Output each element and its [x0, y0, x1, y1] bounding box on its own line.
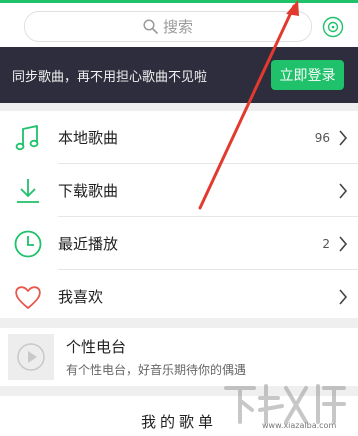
- menu-count: 96: [314, 131, 330, 145]
- chevron-right-icon: [339, 289, 348, 305]
- music-recognize-icon[interactable]: [322, 16, 344, 38]
- header-bar: 搜索: [0, 3, 358, 47]
- my-music-menu: 本地歌曲 96 下载歌曲 最近播放 2 我喜欢: [0, 111, 358, 318]
- menu-item-favorites[interactable]: 我喜欢: [0, 270, 358, 322]
- music-note-icon: [15, 125, 39, 151]
- sync-banner: 同步歌曲，再不用担心歌曲不见啦 立即登录: [0, 47, 358, 103]
- menu-label: 下载歌曲: [58, 182, 119, 200]
- menu-item-recent[interactable]: 最近播放 2: [0, 217, 358, 269]
- chevron-right-icon: [339, 130, 348, 146]
- heart-icon: [15, 286, 41, 309]
- chevron-right-icon: [339, 236, 348, 252]
- menu-label: 本地歌曲: [58, 129, 119, 147]
- menu-item-downloads[interactable]: 下载歌曲: [0, 164, 358, 216]
- login-button[interactable]: 立即登录: [271, 60, 344, 90]
- search-placeholder: 搜索: [162, 18, 193, 36]
- chevron-right-icon: [339, 183, 348, 199]
- download-icon: [17, 179, 39, 203]
- watermark-url: www.xiazaiba.com: [262, 421, 337, 430]
- search-input[interactable]: 搜索: [24, 11, 312, 42]
- play-icon: [17, 343, 45, 371]
- menu-count: 2: [322, 237, 330, 251]
- menu-label: 最近播放: [58, 235, 119, 253]
- radio-thumbnail: [8, 334, 54, 380]
- banner-text: 同步歌曲，再不用担心歌曲不见啦: [12, 70, 208, 85]
- search-icon: [143, 19, 158, 34]
- menu-item-local-songs[interactable]: 本地歌曲 96: [0, 111, 358, 163]
- menu-label: 我喜欢: [58, 288, 104, 306]
- radio-title: 个性电台: [66, 338, 127, 356]
- radio-subtitle: 有个性电台，好音乐期待你的偶遇: [66, 363, 247, 377]
- clock-icon: [14, 230, 42, 258]
